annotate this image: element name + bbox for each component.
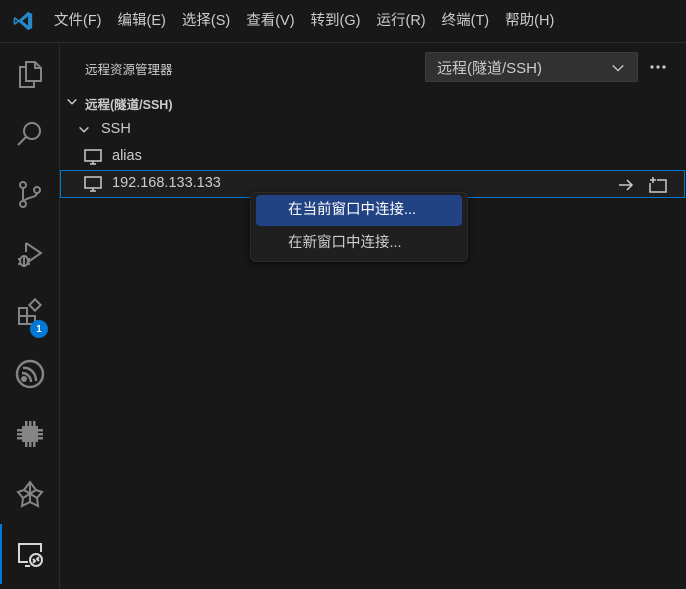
menu-item-connect-new-window[interactable]: 在新窗口中连接... xyxy=(256,228,462,259)
extensions-badge: 1 xyxy=(30,320,48,338)
group-label: SSH xyxy=(101,121,131,137)
sidebar-header: 远程资源管理器 远程(隧道/SSH) xyxy=(61,44,686,90)
chevron-down-icon xyxy=(79,126,89,133)
title-bar: 文件(F) 编辑(E) 选择(S) 查看(V) 转到(G) 运行(R) 终端(T… xyxy=(0,0,686,43)
search-icon[interactable] xyxy=(0,104,60,164)
monitor-icon xyxy=(84,149,102,165)
chevron-down-icon xyxy=(612,64,624,72)
host-label: alias xyxy=(112,148,142,164)
menu-help[interactable]: 帮助(H) xyxy=(497,0,562,43)
menu-go[interactable]: 转到(G) xyxy=(303,0,369,43)
menu-bar: 文件(F) 编辑(E) 选择(S) 查看(V) 转到(G) 运行(R) 终端(T… xyxy=(46,0,562,43)
menu-item-connect-current-window[interactable]: 在当前窗口中连接... xyxy=(256,195,462,226)
menu-run[interactable]: 运行(R) xyxy=(368,0,433,43)
group-ssh[interactable]: SSH xyxy=(61,116,686,143)
remote-explorer-sidebar: 远程资源管理器 远程(隧道/SSH) 远程(隧道/SSH) SSH alias … xyxy=(60,44,686,589)
host-alias[interactable]: alias xyxy=(61,143,686,170)
section-title: 远程(隧道/SSH) xyxy=(85,98,173,112)
menu-view[interactable]: 查看(V) xyxy=(238,0,302,43)
remote-type-select-value: 远程(隧道/SSH) xyxy=(437,59,543,77)
source-control-icon[interactable] xyxy=(0,164,60,224)
extensions-icon[interactable]: 1 xyxy=(0,284,60,344)
run-debug-icon[interactable] xyxy=(0,224,60,284)
monitor-icon xyxy=(84,176,102,192)
explorer-icon[interactable] xyxy=(0,44,60,104)
section-remote-tunnels-ssh[interactable]: 远程(隧道/SSH) xyxy=(61,88,686,115)
context-menu: 在当前窗口中连接... 在新窗口中连接... xyxy=(250,192,468,262)
host-label: 192.168.133.133 xyxy=(112,175,221,191)
menu-edit[interactable]: 编辑(E) xyxy=(110,0,174,43)
sidebar-title: 远程资源管理器 xyxy=(85,63,173,77)
espressif-icon[interactable] xyxy=(0,344,60,404)
chip-icon[interactable] xyxy=(0,404,60,464)
remote-explorer-icon[interactable] xyxy=(0,524,60,584)
menu-terminal[interactable]: 终端(T) xyxy=(434,0,498,43)
menu-file[interactable]: 文件(F) xyxy=(46,0,110,43)
more-actions-icon[interactable] xyxy=(647,56,669,78)
remote-type-select[interactable]: 远程(隧道/SSH) xyxy=(425,52,638,82)
connect-in-new-window-icon[interactable] xyxy=(647,175,669,195)
activity-bar: 1 xyxy=(0,44,60,589)
chevron-down-icon xyxy=(67,98,77,105)
menu-selection[interactable]: 选择(S) xyxy=(174,0,238,43)
vscode-logo-icon[interactable] xyxy=(0,0,46,43)
connect-in-current-window-icon[interactable] xyxy=(615,175,637,195)
platform-icon[interactable] xyxy=(0,464,60,524)
host-actions xyxy=(615,175,669,195)
